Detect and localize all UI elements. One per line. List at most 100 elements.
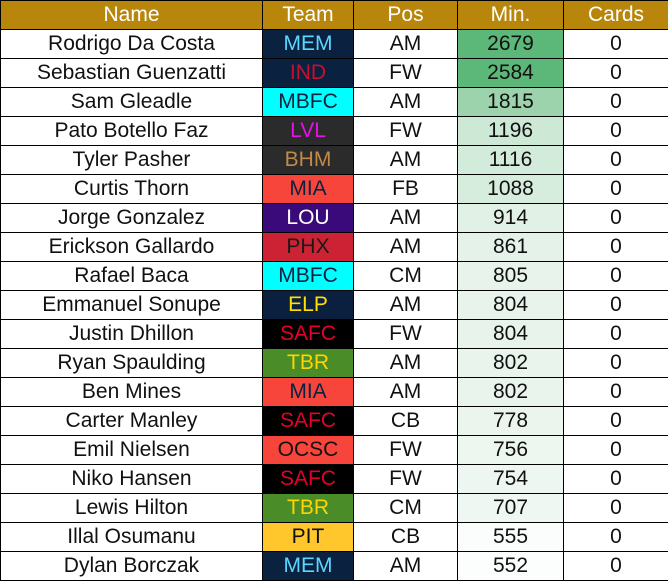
cards-count-cell: 0 bbox=[564, 117, 668, 146]
team-badge-cell: IND bbox=[263, 59, 354, 88]
table-header: Name Team Pos Min. Cards bbox=[1, 1, 668, 30]
table-row[interactable]: Emmanuel SonupeELPAM8040 bbox=[1, 291, 668, 320]
minutes-cell: 805 bbox=[458, 262, 564, 291]
team-badge-cell: TBR bbox=[263, 349, 354, 378]
table-row[interactable]: Niko HansenSAFCFW7540 bbox=[1, 465, 668, 494]
table-row[interactable]: Rodrigo Da CostaMEMAM26790 bbox=[1, 30, 668, 59]
table-row[interactable]: Jorge GonzalezLOUAM9140 bbox=[1, 204, 668, 233]
team-badge-cell: SAFC bbox=[263, 320, 354, 349]
minutes-cell: 552 bbox=[458, 552, 564, 581]
table-row[interactable]: Emil NielsenOCSCFW7560 bbox=[1, 436, 668, 465]
cards-count-cell: 0 bbox=[564, 30, 668, 59]
player-name-cell: Ben Mines bbox=[1, 378, 263, 407]
minutes-cell: 1196 bbox=[458, 117, 564, 146]
player-minutes-table: Name Team Pos Min. Cards Rodrigo Da Cost… bbox=[0, 0, 668, 581]
position-cell: AM bbox=[354, 88, 458, 117]
cards-count-cell: 0 bbox=[564, 233, 668, 262]
player-name-cell: Curtis Thorn bbox=[1, 175, 263, 204]
player-name-cell: Justin Dhillon bbox=[1, 320, 263, 349]
team-badge-cell: MBFC bbox=[263, 88, 354, 117]
player-name-cell: Tyler Pasher bbox=[1, 146, 263, 175]
cards-count-cell: 0 bbox=[564, 146, 668, 175]
player-name-cell: Niko Hansen bbox=[1, 465, 263, 494]
team-badge-cell: PHX bbox=[263, 233, 354, 262]
column-header-min[interactable]: Min. bbox=[458, 1, 564, 30]
minutes-cell: 2679 bbox=[458, 30, 564, 59]
minutes-cell: 778 bbox=[458, 407, 564, 436]
position-cell: CM bbox=[354, 262, 458, 291]
minutes-cell: 1815 bbox=[458, 88, 564, 117]
player-name-cell: Erickson Gallardo bbox=[1, 233, 263, 262]
cards-count-cell: 0 bbox=[564, 204, 668, 233]
minutes-cell: 861 bbox=[458, 233, 564, 262]
table-row[interactable]: Illal OsumanuPITCB5550 bbox=[1, 523, 668, 552]
minutes-cell: 802 bbox=[458, 349, 564, 378]
table-row[interactable]: Ryan SpauldingTBRAM8020 bbox=[1, 349, 668, 378]
table-row[interactable]: Tyler PasherBHMAM11160 bbox=[1, 146, 668, 175]
position-cell: AM bbox=[354, 552, 458, 581]
position-cell: FW bbox=[354, 436, 458, 465]
team-badge-cell: SAFC bbox=[263, 465, 354, 494]
table-row[interactable]: Rafael BacaMBFCCM8050 bbox=[1, 262, 668, 291]
minutes-cell: 802 bbox=[458, 378, 564, 407]
player-name-cell: Pato Botello Faz bbox=[1, 117, 263, 146]
minutes-cell: 804 bbox=[458, 291, 564, 320]
minutes-cell: 754 bbox=[458, 465, 564, 494]
column-header-cards[interactable]: Cards bbox=[564, 1, 668, 30]
cards-count-cell: 0 bbox=[564, 494, 668, 523]
table-row[interactable]: Sam GleadleMBFCAM18150 bbox=[1, 88, 668, 117]
cards-count-cell: 0 bbox=[564, 465, 668, 494]
team-badge-cell: OCSC bbox=[263, 436, 354, 465]
table-row[interactable]: Curtis ThornMIAFB10880 bbox=[1, 175, 668, 204]
minutes-cell: 914 bbox=[458, 204, 564, 233]
column-header-team[interactable]: Team bbox=[263, 1, 354, 30]
player-name-cell: Jorge Gonzalez bbox=[1, 204, 263, 233]
table-row[interactable]: Pato Botello FazLVLFW11960 bbox=[1, 117, 668, 146]
table-row[interactable]: Lewis HiltonTBRCM7070 bbox=[1, 494, 668, 523]
cards-count-cell: 0 bbox=[564, 175, 668, 204]
player-name-cell: Carter Manley bbox=[1, 407, 263, 436]
table-row[interactable]: Carter ManleySAFCCB7780 bbox=[1, 407, 668, 436]
position-cell: AM bbox=[354, 349, 458, 378]
position-cell: FW bbox=[354, 320, 458, 349]
cards-count-cell: 0 bbox=[564, 262, 668, 291]
minutes-cell: 2584 bbox=[458, 59, 564, 88]
position-cell: FB bbox=[354, 175, 458, 204]
team-badge-cell: MBFC bbox=[263, 262, 354, 291]
team-badge-cell: LOU bbox=[263, 204, 354, 233]
player-name-cell: Sebastian Guenzatti bbox=[1, 59, 263, 88]
table-row[interactable]: Justin DhillonSAFCFW8040 bbox=[1, 320, 668, 349]
player-name-cell: Emil Nielsen bbox=[1, 436, 263, 465]
team-badge-cell: TBR bbox=[263, 494, 354, 523]
table-row[interactable]: Erickson GallardoPHXAM8610 bbox=[1, 233, 668, 262]
minutes-cell: 756 bbox=[458, 436, 564, 465]
table-body: Rodrigo Da CostaMEMAM26790Sebastian Guen… bbox=[1, 30, 668, 581]
table-row[interactable]: Ben MinesMIAAM8020 bbox=[1, 378, 668, 407]
minutes-cell: 804 bbox=[458, 320, 564, 349]
team-badge-cell: MEM bbox=[263, 552, 354, 581]
position-cell: AM bbox=[354, 291, 458, 320]
player-name-cell: Dylan Borczak bbox=[1, 552, 263, 581]
column-header-pos[interactable]: Pos bbox=[354, 1, 458, 30]
position-cell: CB bbox=[354, 407, 458, 436]
team-badge-cell: PIT bbox=[263, 523, 354, 552]
team-badge-cell: MIA bbox=[263, 175, 354, 204]
cards-count-cell: 0 bbox=[564, 320, 668, 349]
position-cell: FW bbox=[354, 117, 458, 146]
player-name-cell: Ryan Spaulding bbox=[1, 349, 263, 378]
minutes-cell: 1116 bbox=[458, 146, 564, 175]
team-badge-cell: BHM bbox=[263, 146, 354, 175]
cards-count-cell: 0 bbox=[564, 523, 668, 552]
column-header-name[interactable]: Name bbox=[1, 1, 263, 30]
player-name-cell: Lewis Hilton bbox=[1, 494, 263, 523]
player-name-cell: Illal Osumanu bbox=[1, 523, 263, 552]
position-cell: FW bbox=[354, 465, 458, 494]
table-row[interactable]: Sebastian GuenzattiINDFW25840 bbox=[1, 59, 668, 88]
position-cell: FW bbox=[354, 59, 458, 88]
player-name-cell: Sam Gleadle bbox=[1, 88, 263, 117]
position-cell: CB bbox=[354, 523, 458, 552]
cards-count-cell: 0 bbox=[564, 349, 668, 378]
position-cell: AM bbox=[354, 378, 458, 407]
position-cell: AM bbox=[354, 204, 458, 233]
table-row[interactable]: Dylan BorczakMEMAM5520 bbox=[1, 552, 668, 581]
